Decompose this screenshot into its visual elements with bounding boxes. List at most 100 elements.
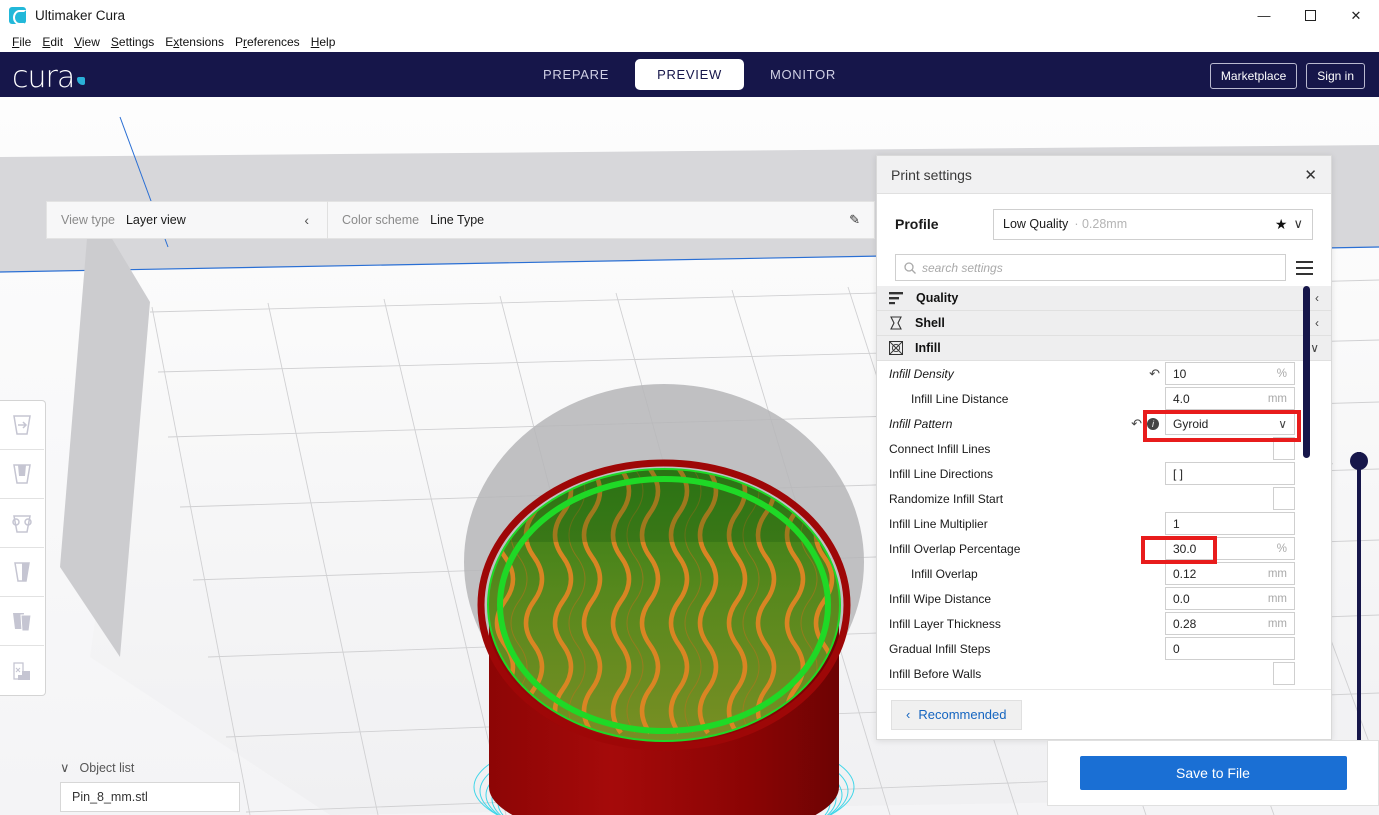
tab-monitor[interactable]: MONITOR	[748, 59, 858, 90]
panel-footer: ‹ Recommended	[877, 689, 1331, 739]
chevron-left-icon[interactable]: ‹	[300, 212, 313, 228]
profile-row: Profile Low Quality · 0.28mm ★ ∨	[877, 194, 1331, 254]
setting-label: Infill Line Multiplier	[889, 516, 988, 531]
menu-edit[interactable]: Edit	[37, 33, 68, 51]
category-quality[interactable]: Quality ‹	[877, 286, 1331, 311]
category-infill[interactable]: Infill ∨	[877, 336, 1331, 361]
setting-label: Infill Overlap Percentage	[889, 541, 1021, 556]
object-list-item[interactable]: Pin_8_mm.stl	[60, 782, 240, 812]
setting-value-field[interactable]: [ ]	[1165, 462, 1295, 485]
infill-pattern-dropdown[interactable]: Gyroid ∨	[1165, 412, 1295, 435]
setting-infill-line-distance[interactable]: Infill Line Distance 4.0 mm	[877, 386, 1331, 411]
setting-unit: %	[1276, 367, 1287, 380]
save-to-file-button[interactable]: Save to File	[1079, 756, 1347, 790]
setting-value: 30.0	[1173, 541, 1197, 556]
setting-infill-density[interactable]: Infill Density ↶ 10 %	[877, 361, 1331, 386]
layer-slider-top-handle[interactable]	[1350, 452, 1368, 470]
menu-help[interactable]: Help	[306, 33, 341, 51]
settings-list[interactable]: Quality ‹ Shell ‹ Infill ∨ Infill Densit…	[877, 286, 1331, 691]
setting-value-field[interactable]: 4.0 mm	[1165, 387, 1295, 410]
profile-dropdown[interactable]: Low Quality · 0.28mm ★ ∨	[993, 208, 1313, 240]
setting-unit: mm	[1267, 567, 1287, 580]
setting-label: Infill Line Distance	[911, 391, 1009, 406]
move-tool-icon[interactable]	[0, 401, 44, 450]
setting-checkbox[interactable]	[1273, 437, 1295, 460]
setting-checkbox[interactable]	[1273, 662, 1295, 685]
revert-icon[interactable]: ↶	[1149, 366, 1160, 382]
setting-infill-layer-thickness[interactable]: Infill Layer Thickness 0.28 mm	[877, 611, 1331, 636]
scale-tool-icon[interactable]	[0, 450, 44, 499]
chevron-down-icon[interactable]: ∨	[1310, 341, 1319, 355]
search-settings-box[interactable]	[895, 254, 1286, 281]
tab-preview[interactable]: PREVIEW	[635, 59, 744, 90]
setting-value-field[interactable]: 0.28 mm	[1165, 612, 1295, 635]
setting-value-field[interactable]: 0.12 mm	[1165, 562, 1295, 585]
hamburger-icon[interactable]	[1296, 260, 1313, 275]
setting-value-field[interactable]: 0.0 mm	[1165, 587, 1295, 610]
setting-value-field[interactable]: 1	[1165, 512, 1295, 535]
chevron-down-icon[interactable]: ∨	[60, 760, 70, 776]
sign-in-button[interactable]: Sign in	[1306, 63, 1365, 89]
setting-value-field[interactable]: 10 %	[1165, 362, 1295, 385]
info-icon[interactable]: i	[1147, 417, 1159, 430]
profile-variant: · 0.28mm	[1074, 217, 1128, 231]
recommended-button[interactable]: ‹ Recommended	[891, 699, 1022, 730]
panel-header: Print settings ✕	[877, 156, 1331, 194]
setting-infill-line-directions[interactable]: Infill Line Directions [ ]	[877, 461, 1331, 486]
settings-scrollbar-thumb[interactable]	[1303, 286, 1310, 458]
tab-prepare[interactable]: PREPARE	[521, 59, 631, 90]
category-quality-label: Quality	[916, 291, 959, 305]
setting-label: Infill Line Directions	[889, 466, 994, 481]
menu-file[interactable]: File	[7, 33, 36, 51]
setting-value-field[interactable]: 0	[1165, 637, 1295, 660]
menu-preferences[interactable]: Preferences	[230, 33, 305, 51]
mirror-tool-icon[interactable]	[0, 548, 44, 597]
chevron-left-icon[interactable]: ‹	[1315, 291, 1319, 305]
setting-value-field[interactable]: 30.0 %	[1165, 537, 1295, 560]
menu-bar: File Edit View Settings Extensions Prefe…	[0, 31, 1379, 52]
chevron-left-icon[interactable]: ‹	[1315, 316, 1319, 330]
marketplace-button[interactable]: Marketplace	[1209, 63, 1298, 89]
category-infill-label: Infill	[915, 341, 941, 355]
rotate-tool-icon[interactable]	[0, 499, 44, 548]
setting-gradual-infill-steps[interactable]: Gradual Infill Steps 0	[877, 636, 1331, 661]
close-icon[interactable]: ✕	[1304, 166, 1317, 184]
setting-infill-pattern[interactable]: Infill Pattern ↶ i Gyroid ∨	[877, 411, 1331, 436]
search-input[interactable]	[922, 260, 1277, 275]
support-blocker-tool-icon[interactable]	[0, 646, 44, 695]
view-type-selector[interactable]: View type Layer view ‹	[47, 201, 327, 239]
menu-extensions[interactable]: Extensions	[160, 33, 229, 51]
setting-randomize-infill-start[interactable]: Randomize Infill Start	[877, 486, 1331, 511]
setting-value: 0.0	[1173, 591, 1190, 606]
star-icon[interactable]: ★	[1275, 216, 1288, 233]
view-type-bar: View type Layer view ‹ Color scheme Line…	[46, 201, 875, 239]
settings-scrollbar[interactable]	[1303, 286, 1310, 691]
layer-slider-track[interactable]	[1357, 452, 1361, 767]
setting-checkbox[interactable]	[1273, 487, 1295, 510]
setting-infill-line-multiplier[interactable]: Infill Line Multiplier 1	[877, 511, 1331, 536]
chevron-down-icon[interactable]: ∨	[1278, 417, 1287, 431]
minimize-button[interactable]: —	[1241, 0, 1287, 31]
setting-infill-overlap-percentage[interactable]: Infill Overlap Percentage 30.0 %	[877, 536, 1331, 561]
maximize-button[interactable]	[1287, 0, 1333, 31]
chevron-down-icon[interactable]: ∨	[1293, 216, 1303, 232]
revert-icon[interactable]: ↶	[1131, 416, 1142, 432]
setting-infill-wipe-distance[interactable]: Infill Wipe Distance 0.0 mm	[877, 586, 1331, 611]
category-shell[interactable]: Shell ‹	[877, 311, 1331, 336]
setting-connect-infill-lines[interactable]: Connect Infill Lines	[877, 436, 1331, 461]
color-scheme-selector[interactable]: Color scheme Line Type ✎	[328, 201, 874, 239]
chevron-left-icon: ‹	[906, 707, 911, 722]
pencil-icon[interactable]: ✎	[849, 212, 860, 228]
cura-window: Ultimaker Cura — ✕ File Edit View Settin…	[0, 0, 1379, 815]
setting-infill-before-walls[interactable]: Infill Before Walls	[877, 661, 1331, 686]
view-type-value: Layer view	[125, 213, 186, 227]
menu-settings[interactable]: Settings	[106, 33, 159, 51]
setting-label: Infill Density	[889, 366, 954, 381]
close-button[interactable]: ✕	[1333, 0, 1379, 31]
menu-view[interactable]: View	[69, 33, 105, 51]
setting-infill-overlap[interactable]: Infill Overlap 0.12 mm	[877, 561, 1331, 586]
per-model-settings-tool-icon[interactable]	[0, 597, 44, 646]
object-list-header[interactable]: ∨ Object list	[60, 760, 310, 776]
setting-value: 0.12	[1173, 566, 1197, 581]
setting-unit: mm	[1267, 592, 1287, 605]
